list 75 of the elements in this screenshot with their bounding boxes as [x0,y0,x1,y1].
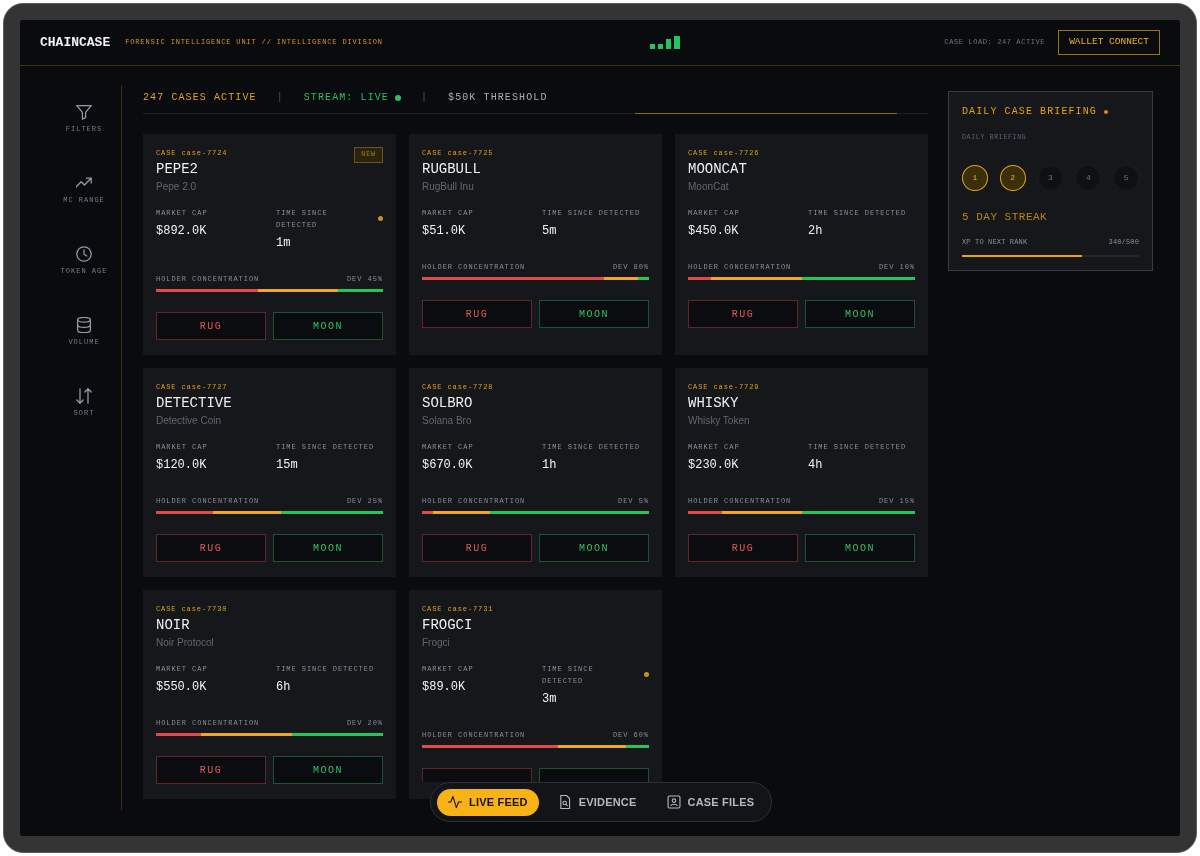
token-ticker: SOLBRO [422,394,474,412]
rug-button[interactable]: RUG [156,756,266,784]
clock-icon [76,246,92,262]
stat-value: $51.0K [422,223,467,239]
token-name: Whisky Token [688,414,751,428]
token-ticker: RUGBULL [422,160,482,178]
rug-button[interactable]: RUG [156,312,266,340]
rug-button[interactable]: RUG [688,300,798,328]
stat-value: $550.0K [156,679,208,695]
stat-value: $89.0K [422,679,467,695]
wallet-connect-button[interactable]: WALLET CONNECT [1058,30,1160,55]
cases-active-text: 247 CASES ACTIVE [143,91,257,105]
moon-button[interactable] [539,768,649,782]
token-ticker: PEPE2 [156,160,199,178]
token-ticker: MOONCAT [688,160,748,178]
moon-button[interactable]: MOON [273,534,383,562]
stat-value: 3m [542,691,558,707]
separator-text: | [276,91,284,105]
status-dot-icon [1103,110,1108,114]
rug-button[interactable]: RUG [688,534,798,562]
filter-icon [76,104,92,120]
rug-button[interactable]: RUG [156,534,266,562]
document-search-icon [557,795,572,809]
id-card-icon [666,795,681,809]
stat-value: 1m [276,235,292,251]
moon-button[interactable]: MOON [539,534,649,562]
stat-value: $670.0K [422,457,474,473]
sort-arrows-icon [76,388,92,404]
moon-button[interactable]: MOON [273,312,383,340]
token-ticker: WHISKY [688,394,740,412]
stat-value: 5m [542,223,558,239]
day-marker: 2 [999,165,1026,191]
moon-button[interactable]: MOON [539,300,649,328]
stat-value: 4h [808,457,824,473]
separator-text: | [420,91,429,105]
moon-button[interactable]: MOON [805,300,915,328]
token-name: MoonCat [688,180,730,194]
nav-tab[interactable]: CASE FILES [655,788,766,816]
day-marker: 5 [1113,165,1139,191]
day-marker: 1 [962,165,988,191]
stat-value: 15m [276,457,299,473]
rug-button[interactable] [422,768,532,782]
threshold-text: $50K THRESHOLD [448,91,548,105]
app-logo-text: CHAINCASE [40,33,111,52]
day-marker: 4 [1075,165,1102,191]
stat-value: 2h [808,223,824,239]
token-ticker: DETECTIVE [156,394,233,412]
stat-value: 6h [276,679,292,695]
live-dot-icon [394,95,401,101]
stat-value: $892.0K [156,223,208,239]
streak-text: 5 DAY STREAK [962,210,1049,224]
briefing-title: DAILY CASE BRIEFING [962,105,1097,119]
stat-value: $450.0K [688,223,740,239]
token-name: Noir Protocol [156,636,215,650]
token-name: Pepe 2.0 [156,180,198,194]
token-name: Detective Coin [156,414,223,428]
pulse-icon [448,795,462,809]
nav-tab[interactable]: EVIDENCE [546,788,648,816]
signal-bars-icon [649,36,680,49]
token-name: RugBull Inu [422,180,475,194]
nav-tab[interactable]: LIVE FEED [437,788,539,816]
stat-value: $120.0K [156,457,208,473]
token-name: Solana Bro [422,414,473,428]
rug-button[interactable]: RUG [422,534,532,562]
database-icon [76,317,92,333]
moon-button[interactable]: MOON [805,534,915,562]
stat-value: $230.0K [688,457,740,473]
rug-button[interactable]: RUG [422,300,532,328]
stream-status-text: STREAM: LIVE [303,91,389,105]
day-marker: 3 [1037,165,1064,191]
token-name: Frogci [422,636,451,650]
moon-button[interactable]: MOON [273,756,383,784]
stat-value: 1h [542,457,558,473]
token-ticker: NOIR [156,616,191,634]
token-ticker: FROGCI [422,616,474,634]
